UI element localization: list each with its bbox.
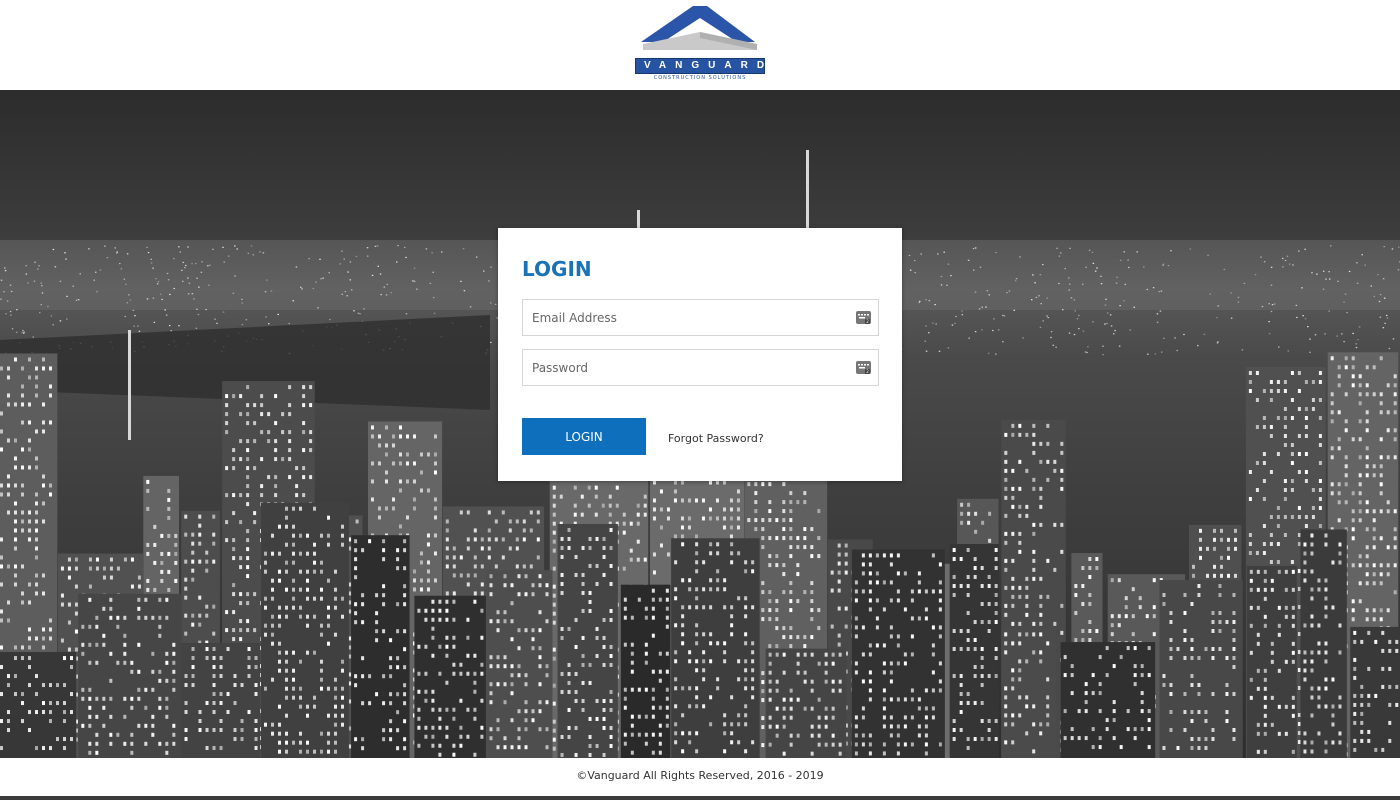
copyright-text: ©Vanguard All Rights Reserved, 2016 - 20…	[576, 769, 824, 782]
logo-tagline: CONSTRUCTION SOLUTIONS	[653, 75, 747, 81]
header: VANGUARD CONSTRUCTION SOLUTIONS	[0, 0, 1400, 90]
login-button[interactable]: LOGIN	[522, 418, 646, 455]
password-input[interactable]	[523, 350, 843, 385]
bottom-bar	[0, 796, 1400, 800]
vanguard-logo[interactable]: VANGUARD CONSTRUCTION SOLUTIONS	[633, 4, 767, 84]
footer: ©Vanguard All Rights Reserved, 2016 - 20…	[0, 758, 1400, 796]
login-card: LOGIN 2 2 LOGIN Forgot Password?	[498, 228, 902, 481]
keyboard-badge-icon[interactable]: 2	[856, 310, 871, 325]
logo-roof-icon	[641, 6, 757, 50]
keyboard-badge-icon[interactable]: 2	[856, 360, 871, 375]
email-input[interactable]	[523, 300, 843, 335]
email-field[interactable]: 2	[522, 299, 879, 336]
forgot-password-link[interactable]: Forgot Password?	[668, 432, 764, 445]
logo-wordmark: VANGUARD	[635, 58, 765, 74]
login-title: LOGIN	[522, 257, 592, 281]
password-field[interactable]: 2	[522, 349, 879, 386]
